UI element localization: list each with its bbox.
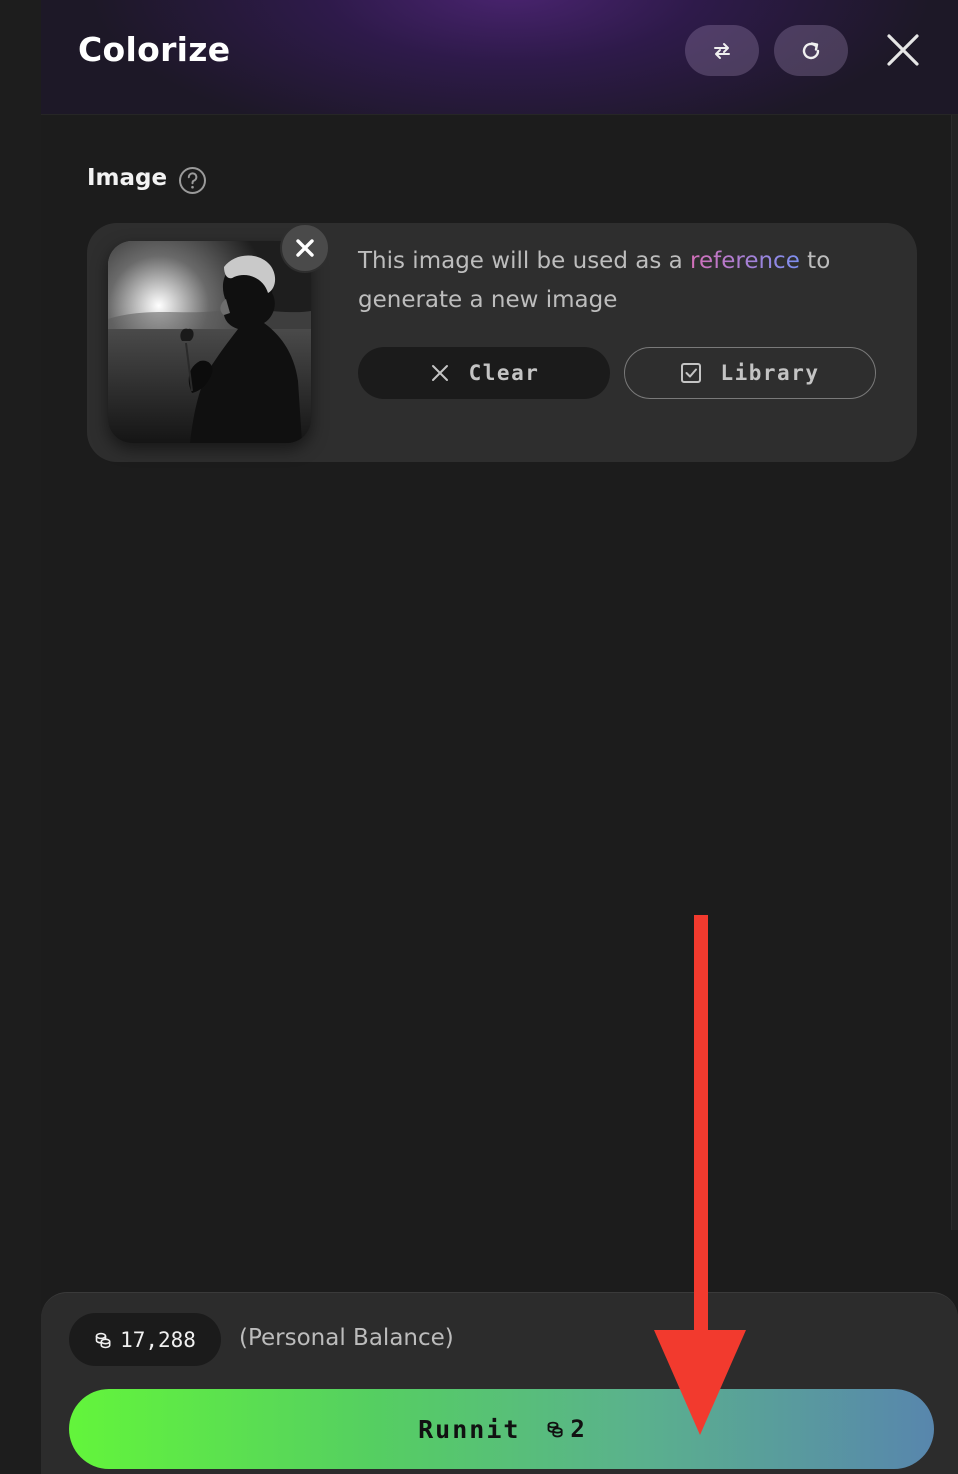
reference-highlight: reference — [690, 248, 800, 274]
swap-button[interactable] — [685, 25, 759, 76]
refresh-icon — [802, 41, 820, 59]
panel-header: Colorize — [41, 0, 958, 115]
run-cost: 2 — [546, 1415, 585, 1443]
remove-image-button[interactable] — [280, 223, 330, 273]
run-cost-value: 2 — [570, 1415, 585, 1443]
clear-button[interactable]: Clear — [358, 347, 610, 399]
balance-label: (Personal Balance) — [239, 1325, 454, 1351]
clear-label: Clear — [468, 361, 540, 385]
reference-thumbnail[interactable] — [108, 241, 311, 443]
runnit-label: Runnit — [418, 1414, 521, 1444]
close-icon — [887, 34, 919, 66]
balance-chip: 17,288 — [69, 1313, 221, 1366]
library-label: Library — [720, 361, 820, 385]
reference-image-card: This image will be used as a reference t… — [87, 223, 917, 462]
image-section-label: Image — [87, 165, 168, 191]
reference-description: This image will be used as a reference t… — [358, 242, 898, 320]
question-circle-icon[interactable] — [178, 166, 207, 195]
balance-value: 17,288 — [120, 1327, 196, 1352]
coins-icon — [548, 1421, 564, 1438]
scrollbar-track[interactable] — [951, 115, 958, 1230]
swap-icon — [714, 42, 730, 59]
run-footer: 17,288 (Personal Balance) Runnit 2 — [41, 1292, 958, 1474]
checkbox-icon — [681, 363, 702, 383]
description-text: This image will be used as a — [358, 248, 691, 274]
library-button[interactable]: Library — [624, 347, 876, 399]
panel-title: Colorize — [78, 30, 231, 69]
runnit-button[interactable]: Runnit 2 — [69, 1389, 934, 1469]
close-button[interactable] — [883, 30, 923, 70]
coins-icon — [95, 1332, 111, 1348]
close-icon — [296, 239, 314, 257]
woman-with-rose-photo — [108, 241, 311, 443]
background-strip — [0, 0, 41, 1474]
x-icon — [431, 365, 448, 381]
refresh-button[interactable] — [774, 25, 848, 76]
colorize-panel: Colorize Image This image will be used a… — [41, 0, 958, 1474]
annotation-arrow-icon — [654, 915, 746, 1435]
